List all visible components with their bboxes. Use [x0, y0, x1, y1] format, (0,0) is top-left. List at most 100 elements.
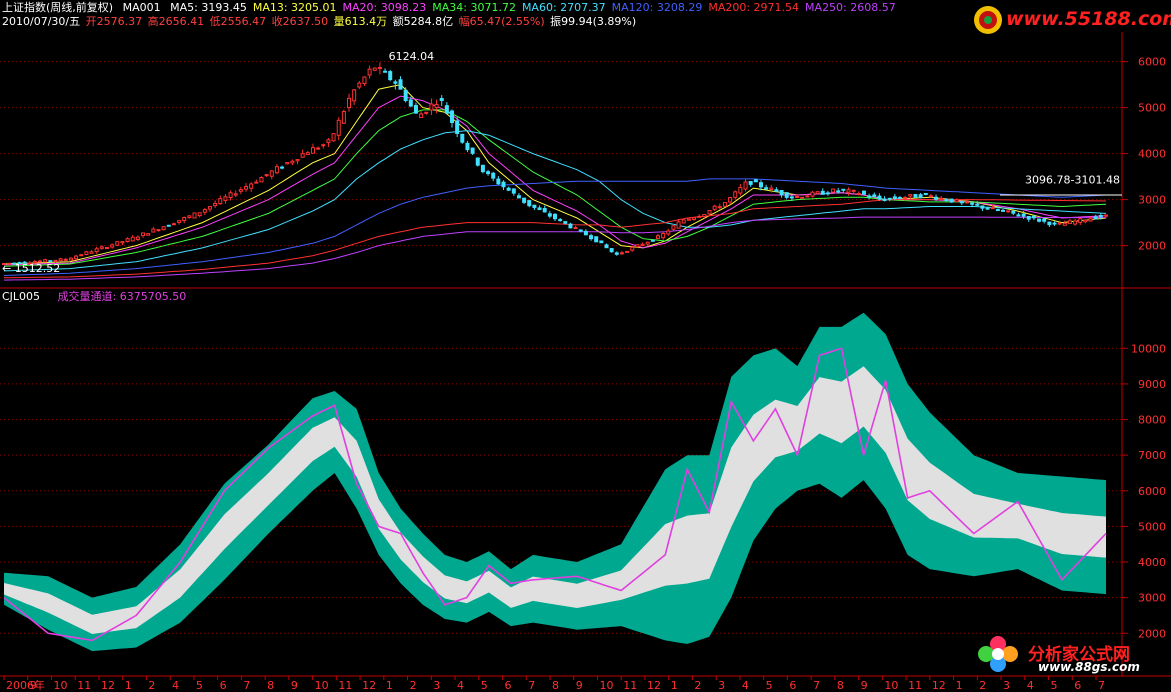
- candle-body: [516, 195, 521, 199]
- x-tick-label: 5: [481, 679, 488, 692]
- volume-tick-label: 8000: [1138, 414, 1166, 427]
- peak-annotation: 6124.04: [389, 50, 435, 63]
- candle-body: [316, 147, 321, 150]
- candle-body: [758, 182, 763, 188]
- x-tick-label: 4: [742, 679, 749, 692]
- candle-body: [558, 219, 563, 222]
- candle-body: [1042, 218, 1047, 222]
- candle-body: [887, 197, 892, 200]
- candle-body: [717, 206, 722, 209]
- candle-body: [1062, 222, 1067, 226]
- header-line1: 上证指数(周线,前复权) MA001 MA5: 3193.45 MA13: 320…: [2, 1, 908, 15]
- ma-line-ma200: [3, 199, 1107, 279]
- candle-body: [125, 238, 130, 243]
- candle-body: [228, 192, 233, 199]
- x-tick-label: 1: [125, 679, 132, 692]
- ma-legend-item: MA5: 3193.45: [170, 1, 247, 14]
- price-tick-label: 6000: [1138, 56, 1166, 69]
- candle-body: [619, 252, 624, 255]
- candle-body: [300, 153, 305, 158]
- x-tick-label: 4: [457, 679, 464, 692]
- candle-body: [419, 113, 424, 119]
- candle-body: [357, 82, 362, 88]
- x-tick-label: 12: [647, 679, 661, 692]
- candle-body: [269, 170, 274, 177]
- candle-body: [84, 251, 89, 255]
- swirl-logo-icon: [974, 6, 1002, 34]
- x-tick-label: 3: [1003, 679, 1010, 692]
- candle-body: [903, 196, 908, 199]
- x-tick-label: 5: [196, 679, 203, 692]
- candle-body: [609, 248, 614, 253]
- ma-line-ma34: [3, 109, 1107, 267]
- candle-body: [743, 181, 748, 190]
- candle-body: [702, 214, 707, 218]
- candle-body: [130, 236, 135, 242]
- candle-body: [326, 139, 331, 143]
- candle-body: [928, 195, 933, 198]
- candle-body: [640, 243, 645, 246]
- candle-body: [171, 223, 176, 226]
- candle-body: [599, 240, 604, 244]
- x-tick-label: 9: [291, 679, 298, 692]
- x-tick-label: 10: [315, 679, 329, 692]
- candle-body: [1011, 210, 1016, 214]
- candle-body: [197, 212, 202, 217]
- candle-body: [403, 89, 408, 102]
- candle-body: [913, 193, 918, 198]
- volume-tick-label: 3000: [1138, 592, 1166, 605]
- x-tick-label: 1: [386, 679, 393, 692]
- candle-body: [79, 254, 84, 257]
- candle-body: [480, 164, 485, 173]
- stock-chart[interactable]: 2000300040005000600020003000400050006000…: [0, 0, 1171, 692]
- candle-body: [578, 229, 583, 232]
- candle-body: [537, 207, 542, 211]
- volume-tick-label: 5000: [1138, 520, 1166, 533]
- candle-body: [285, 162, 290, 165]
- candle-body: [753, 179, 758, 183]
- candle-body: [722, 202, 727, 207]
- candle-body: [238, 189, 243, 192]
- candle-body: [321, 144, 326, 147]
- x-tick-label: 12: [101, 679, 115, 692]
- candle-body: [413, 105, 418, 114]
- ma-items: MA5: 3193.45 MA13: 3205.01 MA20: 3098.23 MA…: [170, 1, 902, 14]
- volume-tick-label: 10000: [1131, 342, 1166, 355]
- candle-body: [779, 189, 784, 196]
- volume-tick-label: 4000: [1138, 556, 1166, 569]
- candle-body: [769, 187, 774, 190]
- candle-body: [614, 252, 619, 255]
- lower-indicator: CJL005: [2, 290, 41, 303]
- candle-body: [475, 157, 480, 166]
- candle-body: [573, 227, 578, 230]
- candle-body: [861, 190, 866, 195]
- candle-body: [568, 223, 573, 229]
- bar-open: 开2576.37: [85, 15, 143, 28]
- candle-body: [949, 198, 954, 203]
- x-tick-label: 2006年: [6, 678, 45, 692]
- candle-body: [280, 166, 285, 169]
- candle-body: [166, 224, 171, 227]
- bar-amount: 额5284.8亿: [392, 15, 454, 28]
- candle-body: [496, 178, 501, 185]
- logo-top-text: www.55188.com: [1006, 8, 1171, 30]
- candle-body: [470, 147, 475, 154]
- candle-body: [146, 233, 151, 236]
- candle-body: [681, 219, 686, 224]
- candle-body: [583, 230, 588, 236]
- candle-body: [310, 147, 315, 154]
- candle-body: [187, 215, 192, 219]
- candle-body: [882, 198, 887, 201]
- candle-body: [851, 189, 856, 192]
- candle-body: [388, 71, 393, 81]
- logo-55188: www.55188.com: [970, 2, 1171, 38]
- range-annotation: 3096.78-3101.48: [1025, 174, 1120, 187]
- candle-body: [856, 193, 861, 196]
- candle-body: [846, 189, 851, 193]
- x-tick-label: 7: [528, 679, 535, 692]
- candle-body: [795, 195, 800, 198]
- candle-body: [825, 192, 830, 195]
- candle-body: [1006, 210, 1011, 213]
- x-tick-label: 2: [979, 679, 986, 692]
- candle-body: [867, 195, 872, 198]
